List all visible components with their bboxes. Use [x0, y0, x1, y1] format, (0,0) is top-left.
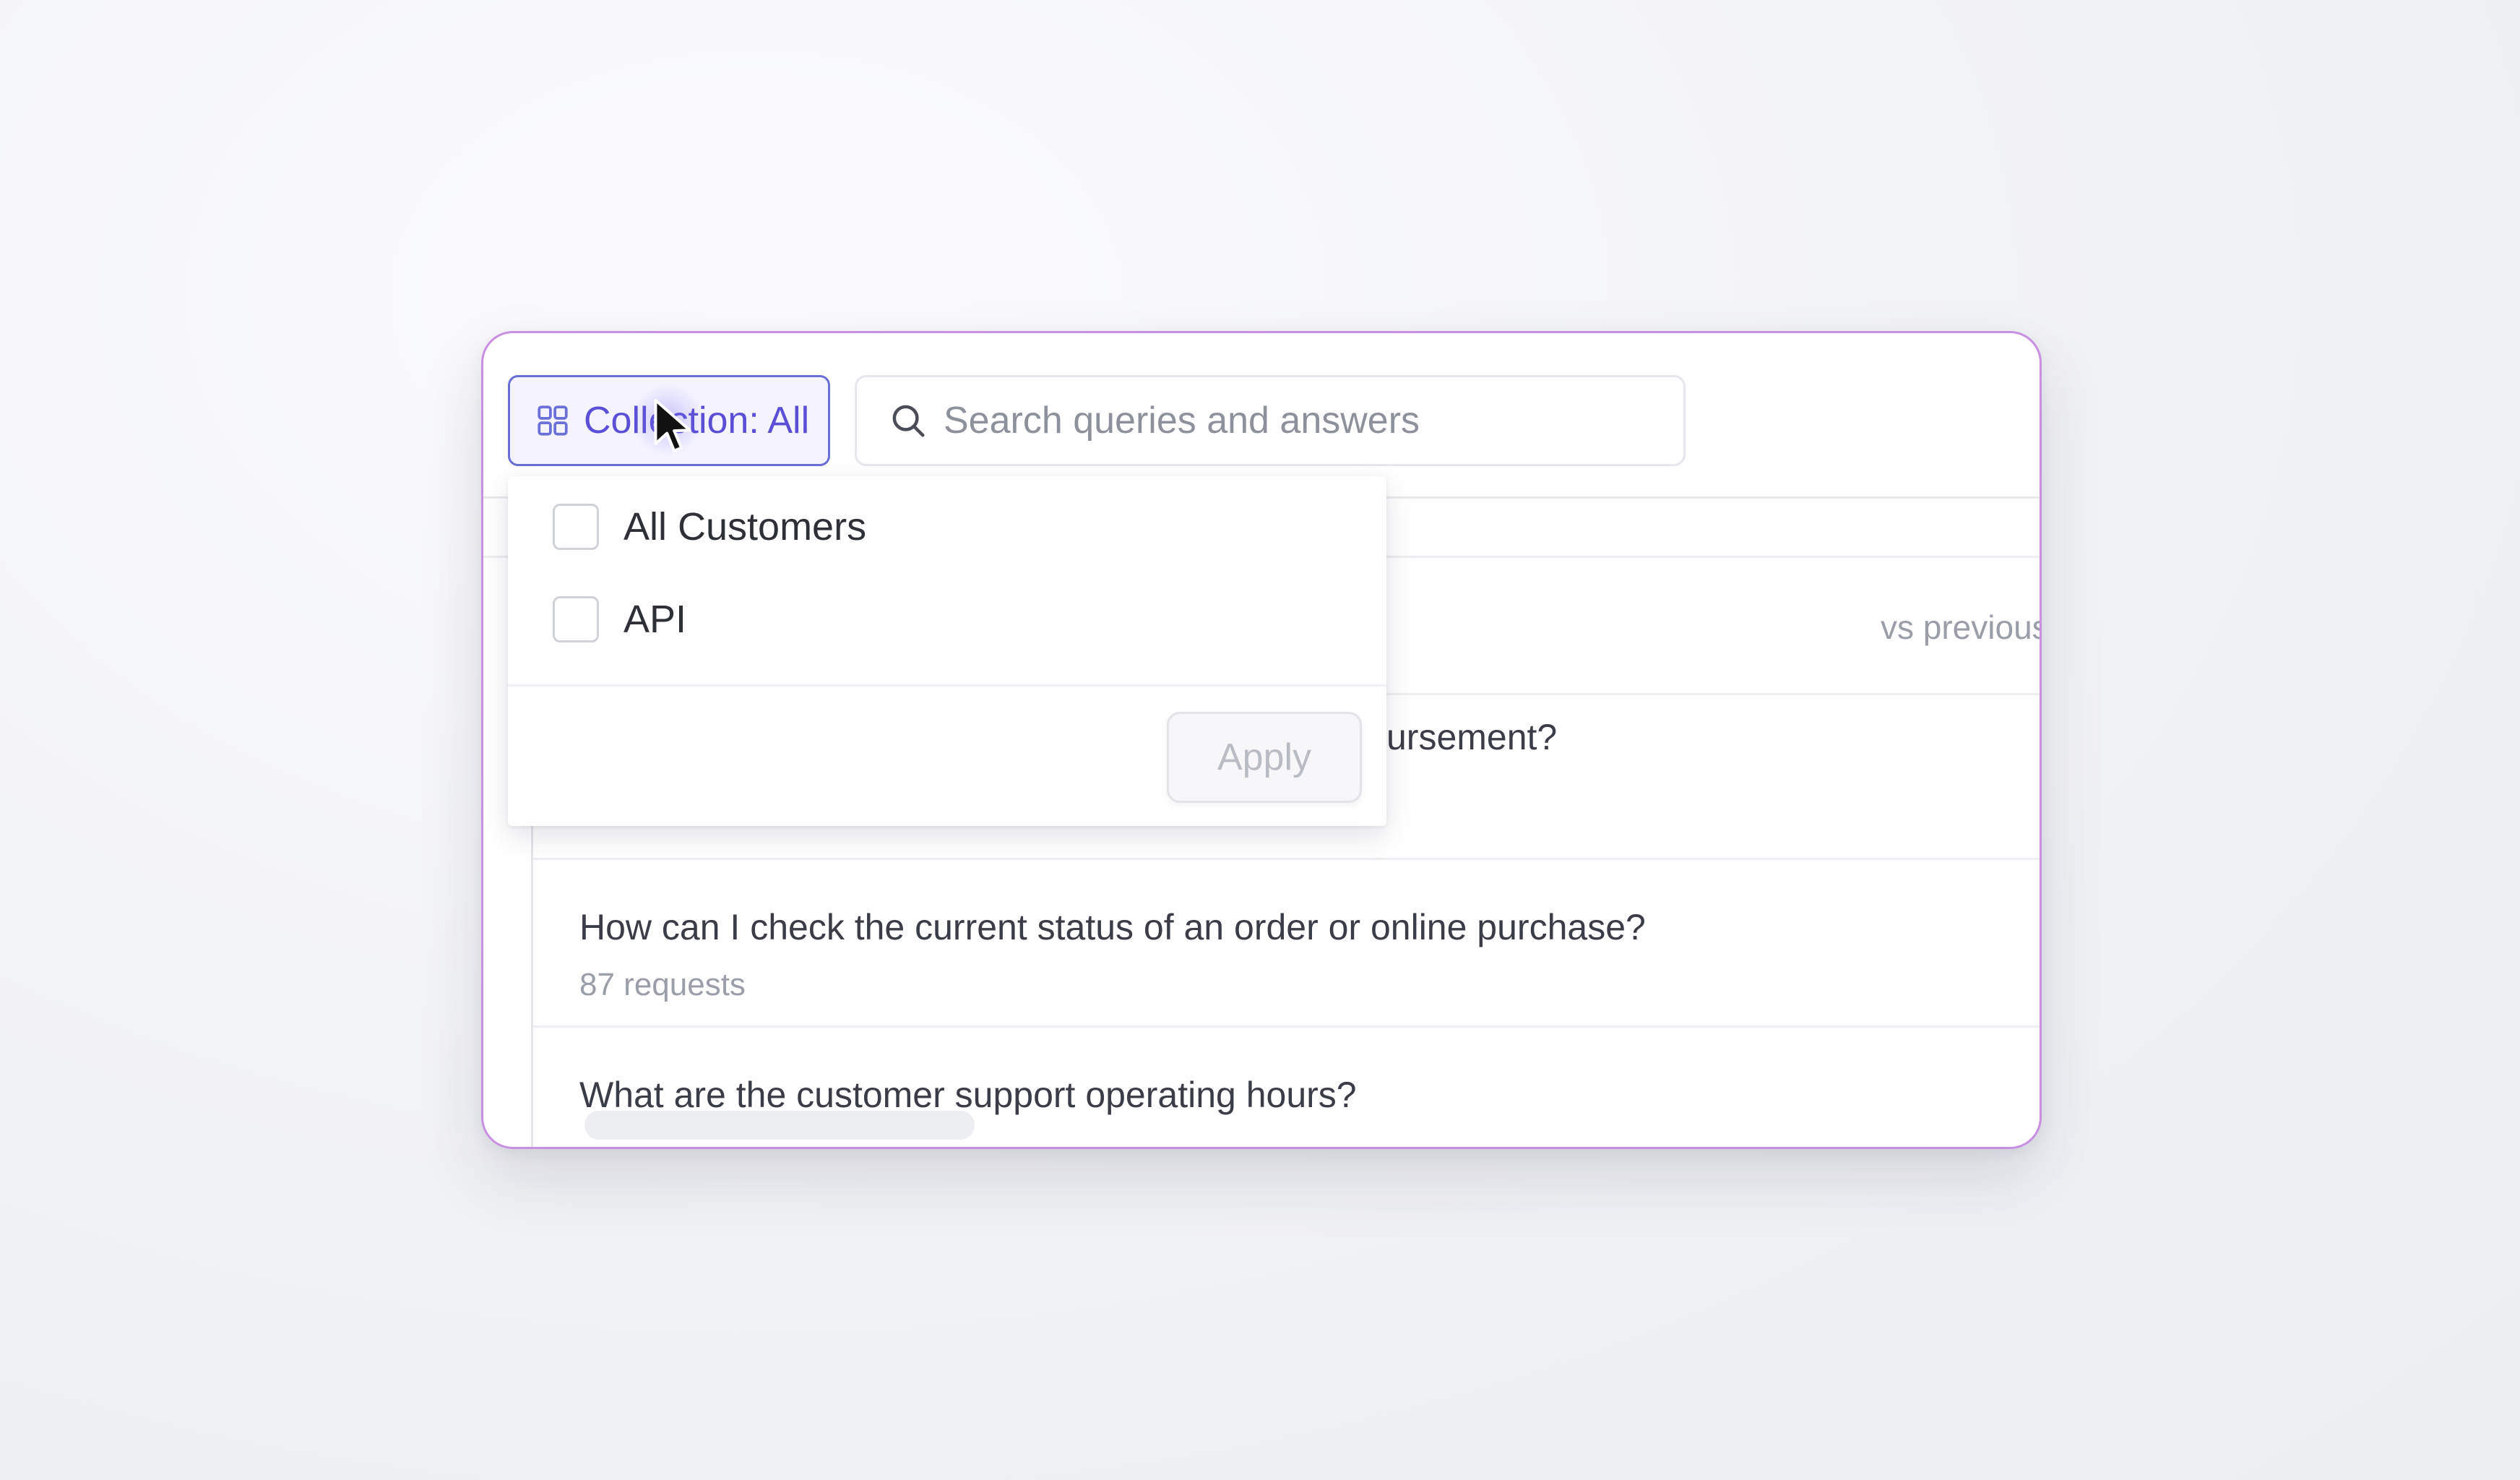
search-field[interactable]: [855, 375, 1686, 466]
app-card: Collection: All vs previous ursement? Ho…: [481, 331, 2042, 1149]
grid-icon: [538, 405, 568, 436]
table-row[interactable]: How can I check the current status of an…: [533, 858, 2040, 1025]
mouse-pointer-icon: [654, 398, 691, 452]
row-question-partial: ursement?: [1386, 717, 1558, 757]
collection-dropdown: All Customers API Apply: [508, 476, 1386, 826]
option-label: API: [623, 598, 687, 641]
row-question: What are the customer support operating …: [579, 1075, 1357, 1115]
checkbox[interactable]: [553, 504, 599, 550]
dropdown-divider: [508, 684, 1386, 687]
checkbox[interactable]: [553, 596, 599, 642]
option-label: All Customers: [623, 505, 867, 548]
option-api[interactable]: API: [553, 596, 686, 642]
loading-skeleton: [584, 1111, 975, 1140]
row-question: How can I check the current status of an…: [579, 907, 1646, 947]
vs-previous-label: vs previous: [1881, 608, 2042, 646]
apply-button[interactable]: Apply: [1167, 712, 1362, 803]
row-request-count: 87 requests: [579, 967, 746, 1002]
search-icon: [892, 405, 925, 437]
search-input[interactable]: [944, 399, 1637, 442]
option-all-customers[interactable]: All Customers: [553, 504, 866, 550]
